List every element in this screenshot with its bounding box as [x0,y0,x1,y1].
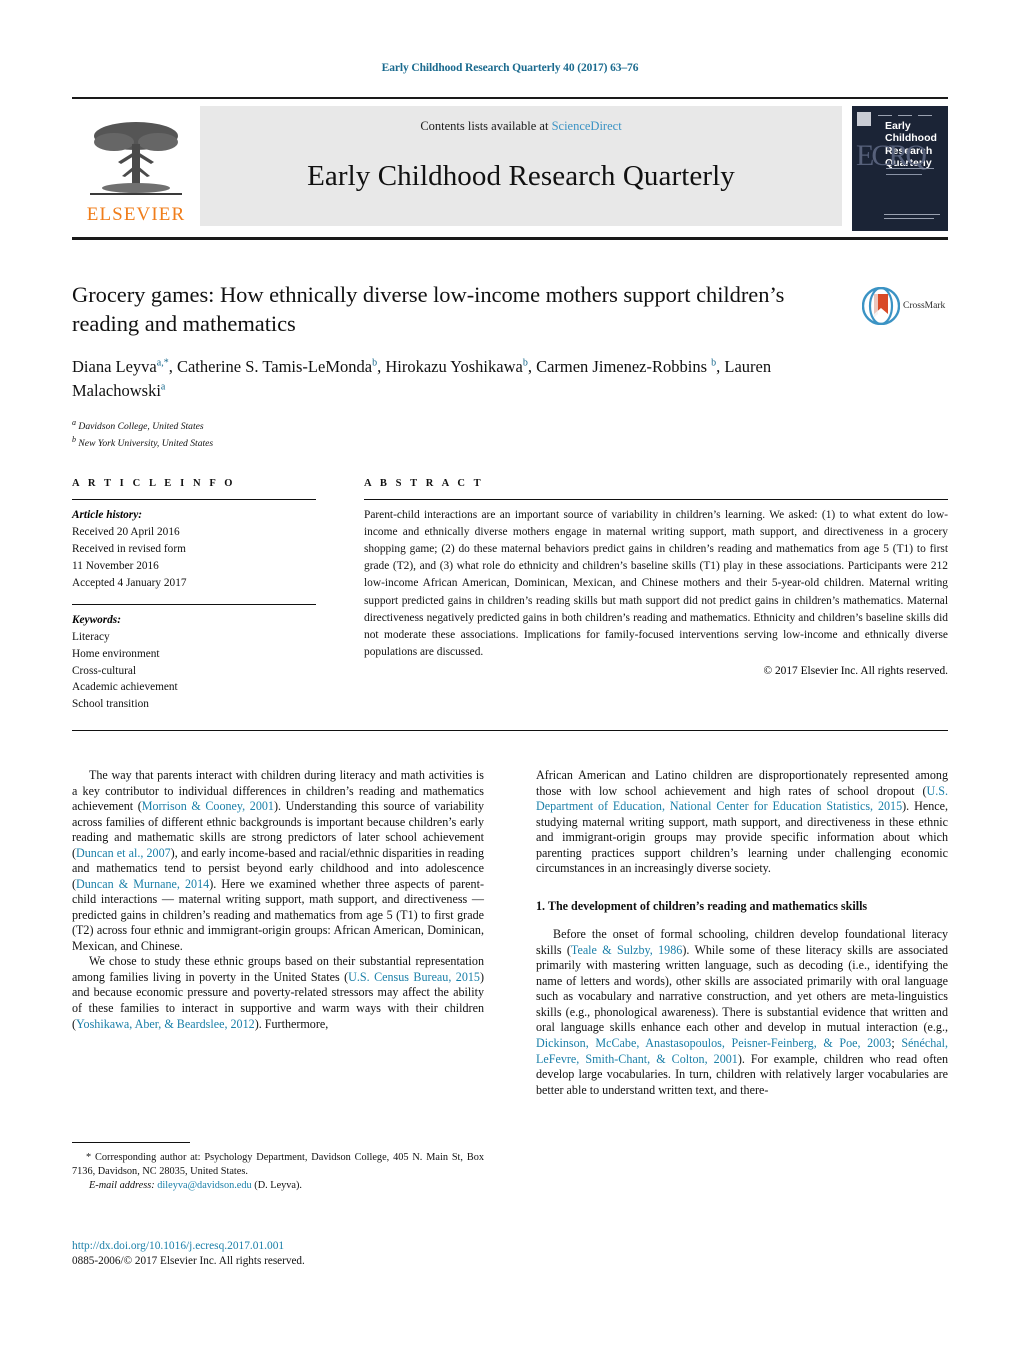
elsevier-tree-icon [90,122,182,195]
affiliation-marker-a: a [72,418,76,428]
affiliation-list: a Davidson College, United States b New … [72,417,852,451]
journal-masthead: ELSEVIER Contents lists available at Sci… [72,97,948,231]
history-revised-date: 11 November 2016 [72,559,159,572]
body-columns: The way that parents interact with child… [72,768,948,1098]
keywords-rule [72,603,316,605]
abstract-bottom-rule [72,730,948,731]
affiliation-b: b New York University, United States [72,435,214,450]
keyword-item: Academic achievement [72,681,178,694]
doi-link[interactable]: http://dx.doi.org/10.1016/j.ecresq.2017.… [72,1239,484,1254]
cover-monogram: ECRQ [856,139,927,172]
abstract-text: Parent-child interactions are an importa… [364,509,948,658]
citation-link[interactable]: Dickinson, McCabe, Anastasopoulos, Peisn… [536,1036,891,1050]
body-paragraph: The way that parents interact with child… [72,768,485,953]
contents-available-line: Contents lists available at ScienceDirec… [420,119,621,134]
journal-cover-image: Early Childhood Research Quarterly ECRQ [852,106,948,231]
keyword-item: Home environment [72,647,160,660]
citation-link[interactable]: Duncan et al., 2007 [76,846,171,860]
article-info-heading: A R T I C L E I N F O [72,478,236,489]
email-label: E-mail address: [89,1180,155,1192]
citation-link[interactable]: Yoshikawa, Aber, & Beardslee, 2012 [76,1017,255,1031]
sciencedirect-link[interactable]: ScienceDirect [552,119,622,133]
author-list: Diana Leyvaa,*, Catherine S. Tamis-LeMon… [72,357,772,400]
contents-prefix: Contents lists available at [420,119,552,133]
citation-link[interactable]: Teale & Sulzby, 1986 [571,943,682,957]
article-info-column: A R T I C L E I N F O Article history: R… [72,478,316,713]
article-history-label: Article history: [72,509,142,521]
issn-copyright-line: 0885-2006/© 2017 Elsevier Inc. All right… [72,1255,305,1268]
journal-article-page: Early Childhood Research Quarterly 40 (2… [0,0,1020,1351]
footnote-rule [72,1142,190,1143]
body-paragraph: We chose to study these ethnic groups ba… [72,954,484,1031]
elsevier-wordmark: ELSEVIER [86,204,186,225]
keywords-label: Keywords: [72,613,121,626]
section-heading-1: 1. The development of children’s reading… [536,898,868,913]
journal-cover-thumbnail: Early Childhood Research Quarterly ECRQ [852,106,948,231]
corresponding-author-text: * Corresponding author at: Psychology De… [72,1152,485,1177]
abstract-rule [364,499,948,500]
affiliation-a: a Davidson College, United States [72,418,204,433]
citation-link[interactable]: Morrison & Cooney, 2001 [142,799,274,813]
article-info-rule [72,499,316,500]
email-link[interactable]: dileyva@davidson.edu [157,1180,251,1191]
title-and-authors: Grocery games: How ethnically diverse lo… [72,281,852,452]
journal-title: Early Childhood Research Quarterly [307,160,735,192]
body-column-right: African American and Latino children are… [536,768,948,1098]
history-received: Received 20 April 2016 [72,525,180,538]
keyword-item: School transition [72,698,149,711]
body-paragraph: African American and Latino children are… [536,768,948,876]
masthead-bottom-rule [72,237,948,240]
email-suffix: (D. Leyva). [254,1180,303,1192]
citation-link[interactable]: U.S. Census Bureau, 2015 [348,970,480,984]
history-revised-form: Received in revised form [72,542,186,555]
doi-and-issn: http://dx.doi.org/10.1016/j.ecresq.2017.… [72,1239,484,1270]
corresponding-author-footnote: * Corresponding author at: Psychology De… [72,1142,484,1193]
abstract-column: A B S T R A C T Parent-child interaction… [364,478,948,713]
citation-link[interactable]: Duncan & Murnane, 2014 [76,877,209,891]
info-abstract-section: A R T I C L E I N F O Article history: R… [72,478,948,713]
crossmark-label: CrossMark [903,301,946,311]
article-title: Grocery games: How ethnically diverse lo… [72,282,785,336]
abstract-copyright: © 2017 Elsevier Inc. All rights reserved… [763,664,948,677]
crossmark-icon [862,287,900,325]
keyword-item: Cross-cultural [72,664,137,677]
body-column-left: The way that parents interact with child… [72,768,484,1098]
email-line: E-mail address: dileyva@davidson.edu (D.… [72,1179,484,1193]
affiliation-marker-b: b [72,435,76,445]
footnote-marker: * [86,1152,92,1163]
running-head: Early Childhood Research Quarterly 40 (2… [381,62,639,74]
keyword-item: Literacy [72,630,110,643]
body-paragraph: Before the onset of formal schooling, ch… [536,927,948,1097]
elsevier-logo: ELSEVIER [72,106,200,226]
journal-band: Contents lists available at ScienceDirec… [200,106,842,226]
crossmark-badge[interactable]: CrossMark [862,286,956,326]
abstract-heading: A B S T R A C T [364,478,484,489]
history-accepted: Accepted 4 January 2017 [72,576,187,589]
cover-elsevier-mark-icon [857,112,871,126]
